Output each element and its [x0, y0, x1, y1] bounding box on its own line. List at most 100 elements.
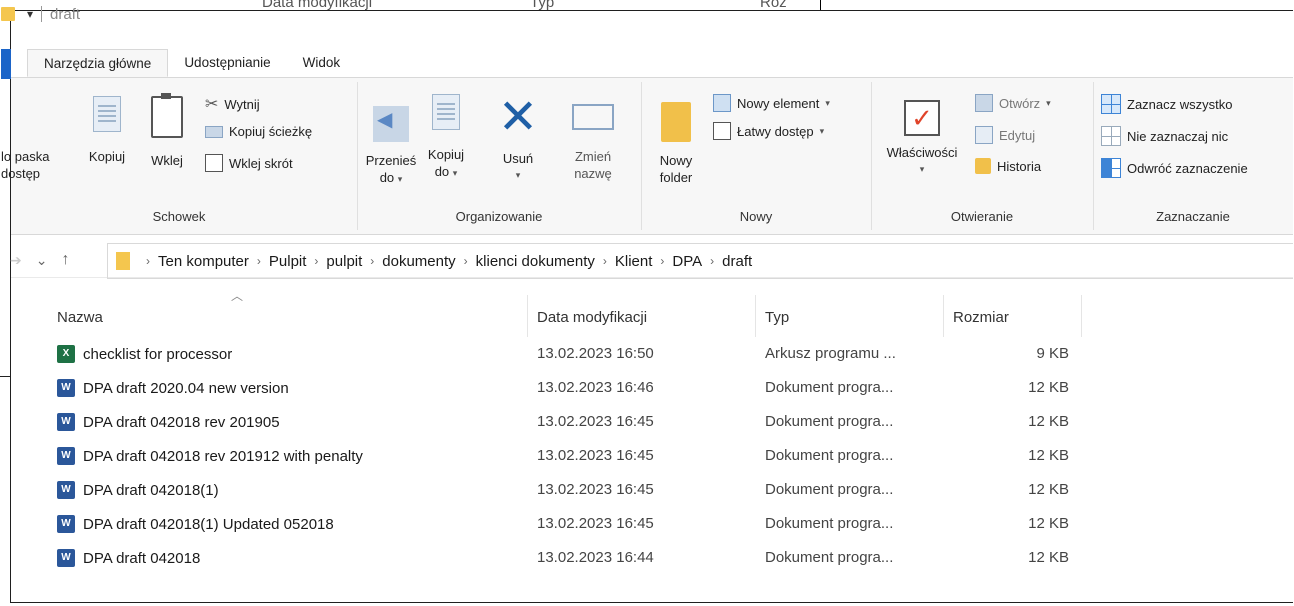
- breadcrumb-item[interactable]: › Pulpit: [249, 253, 307, 270]
- window-title: draft: [50, 5, 81, 23]
- file-date: 13.02.2023 16:45: [537, 447, 654, 464]
- open-icon: [975, 94, 993, 112]
- delete-label: Usuń: [502, 151, 534, 166]
- file-tab[interactable]: [1, 49, 11, 79]
- table-row[interactable]: W DPA draft 042018 13.02.2023 16:44 Dokumen…: [49, 541, 1089, 575]
- column-divider[interactable]: [527, 295, 528, 337]
- rename-button[interactable]: Zmień nazwę: [565, 104, 621, 182]
- edit-label: Edytuj: [999, 127, 1036, 143]
- properties-check-icon: ✓: [904, 100, 940, 136]
- chevron-right-icon: ›: [314, 254, 319, 268]
- tab-home[interactable]: Narzędzia główne: [27, 49, 169, 77]
- tab-view[interactable]: Widok: [287, 49, 357, 77]
- forward-arrow-icon[interactable]: ➔: [3, 252, 29, 269]
- column-divider[interactable]: [943, 295, 944, 337]
- file-type: Dokument progra...: [765, 515, 894, 532]
- chevron-down-icon: ▾: [1046, 97, 1051, 108]
- file-name-cell: W DPA draft 042018(1): [57, 481, 219, 499]
- column-type[interactable]: Typ: [765, 309, 789, 326]
- select-all-button[interactable]: Zaznacz wszystko: [1101, 94, 1232, 114]
- column-name[interactable]: Nazwa: [57, 309, 103, 326]
- paste-shortcut-button[interactable]: Wklej skrót: [205, 154, 293, 172]
- column-date[interactable]: Data modyfikacji: [537, 309, 647, 326]
- table-row[interactable]: W DPA draft 2020.04 new version 13.02.2023…: [49, 371, 1089, 405]
- table-row[interactable]: W DPA draft 042018 rev 201905 13.02.2023 1…: [49, 405, 1089, 439]
- breadcrumb-item[interactable]: › pulpit: [306, 253, 362, 270]
- copy-label: Kopiuj: [88, 149, 126, 164]
- easy-access-icon: [713, 122, 731, 140]
- open-label: Otwórz: [999, 95, 1041, 111]
- breadcrumb-label: pulpit: [326, 252, 363, 270]
- table-row[interactable]: W DPA draft 042018 rev 201912 with penalt…: [49, 439, 1089, 473]
- move-to-button[interactable]: Przenieś do ▾: [363, 106, 419, 188]
- file-name: DPA draft 042018 rev 201912 with penalty: [83, 447, 363, 465]
- breadcrumb-item[interactable]: › dokumenty: [362, 253, 455, 270]
- breadcrumb-item[interactable]: › draft: [702, 253, 752, 270]
- open-button[interactable]: Otwórz ▾: [975, 94, 1051, 112]
- column-divider[interactable]: [1081, 295, 1082, 337]
- clipboard-icon: [151, 93, 183, 138]
- breadcrumb-item[interactable]: › Ten komputer: [138, 253, 249, 270]
- cut-button[interactable]: ✂ Wytnij: [205, 94, 260, 114]
- new-item-button[interactable]: Nowy element ▾: [713, 94, 830, 112]
- select-none-button[interactable]: Nie zaznaczaj nic: [1101, 126, 1228, 146]
- copy-to-label-2: do: [434, 164, 450, 179]
- file-date: 13.02.2023 16:46: [537, 379, 654, 396]
- word-icon: W: [57, 379, 75, 397]
- group-label-organize: Organizowanie: [455, 209, 543, 224]
- copy-to-button[interactable]: Kopiuj do ▾: [421, 94, 471, 182]
- breadcrumb-label: DPA: [672, 252, 703, 270]
- table-row[interactable]: W DPA draft 042018(1) 13.02.2023 16:45 Doku…: [49, 473, 1089, 507]
- edit-button[interactable]: Edytuj: [975, 126, 1035, 144]
- breadcrumb-item[interactable]: › Klient: [595, 253, 653, 270]
- quick-access-dropdown[interactable]: ▾: [27, 7, 33, 21]
- recent-locations-chevron-icon[interactable]: ⌄: [29, 252, 55, 269]
- column-divider[interactable]: [755, 295, 756, 337]
- breadcrumb-item[interactable]: › DPA: [652, 253, 702, 270]
- easy-access-button[interactable]: Łatwy dostęp ▾: [713, 122, 824, 140]
- group-select: Zaznacz wszystko Nie zaznaczaj nic Odwró…: [1093, 82, 1293, 230]
- table-row[interactable]: W DPA draft 042018(1) Updated 052018 13.02…: [49, 507, 1089, 541]
- folder-icon: [1, 7, 15, 21]
- new-folder-icon: [661, 102, 691, 142]
- delete-icon: ✕: [497, 91, 539, 144]
- copy-to-label-1: Kopiuj: [427, 147, 465, 162]
- properties-button[interactable]: ✓ Właściwości ▾: [877, 100, 967, 178]
- tab-share[interactable]: Udostępnianie: [168, 49, 286, 77]
- column-size[interactable]: Rozmiar: [953, 309, 1009, 326]
- breadcrumb-label: Pulpit: [268, 252, 307, 270]
- file-date: 13.02.2023 16:45: [537, 413, 654, 430]
- pin-quick-access-button[interactable]: lo paska dostęp: [1, 148, 49, 182]
- cut-label: Wytnij: [224, 96, 260, 112]
- table-row[interactable]: Xchecklist for processor 13.02.2023 16:50…: [49, 337, 1089, 371]
- background-col-size: Roz: [760, 0, 787, 10]
- up-arrow-icon[interactable]: ↑: [54, 251, 76, 269]
- address-bar[interactable]: › Ten komputer › Pulpit › pulpit › dokumenty…: [107, 243, 1293, 279]
- file-type: Dokument progra...: [765, 413, 894, 430]
- copy-button[interactable]: Kopiuj: [83, 96, 131, 165]
- chevron-right-icon: ›: [602, 254, 607, 268]
- file-name: DPA draft 042018 rev 201905: [83, 413, 280, 431]
- file-name-cell: W DPA draft 042018(1) Updated 052018: [57, 515, 334, 533]
- file-size: 12 KB: [1028, 413, 1069, 430]
- chevron-down-icon: ▾: [819, 125, 825, 136]
- column-header: ︿ Nazwa Data modyfikacji Typ Rozmiar: [49, 289, 1089, 337]
- file-date: 13.02.2023 16:45: [537, 515, 654, 532]
- group-new: Nowy folder Nowy element ▾ Łatwy dostęp …: [641, 82, 872, 230]
- breadcrumb-label: dokumenty: [382, 252, 456, 270]
- file-size: 12 KB: [1028, 447, 1069, 464]
- path-icon: [205, 125, 223, 138]
- scissors-icon: ✂: [205, 96, 219, 113]
- copy-path-button[interactable]: Kopiuj ścieżkę: [205, 124, 312, 139]
- file-name-cell: Xchecklist for processor: [57, 345, 232, 363]
- new-folder-button[interactable]: Nowy folder: [651, 102, 701, 186]
- history-button[interactable]: Historia: [975, 158, 1041, 174]
- breadcrumb-item[interactable]: › klienci dokumenty: [456, 253, 595, 270]
- file-type: Dokument progra...: [765, 549, 894, 566]
- invert-selection-button[interactable]: Odwróć zaznaczenie: [1101, 158, 1248, 178]
- file-type: Dokument progra...: [765, 481, 894, 498]
- pin-label-1: lo paska: [1, 149, 50, 164]
- paste-button[interactable]: Wklej: [145, 93, 189, 169]
- delete-button[interactable]: ✕ Usuń ▾: [495, 94, 541, 184]
- group-clipboard: lo paska dostęp Kopiuj Wklej ✂ Wytnij Ko…: [1, 82, 358, 230]
